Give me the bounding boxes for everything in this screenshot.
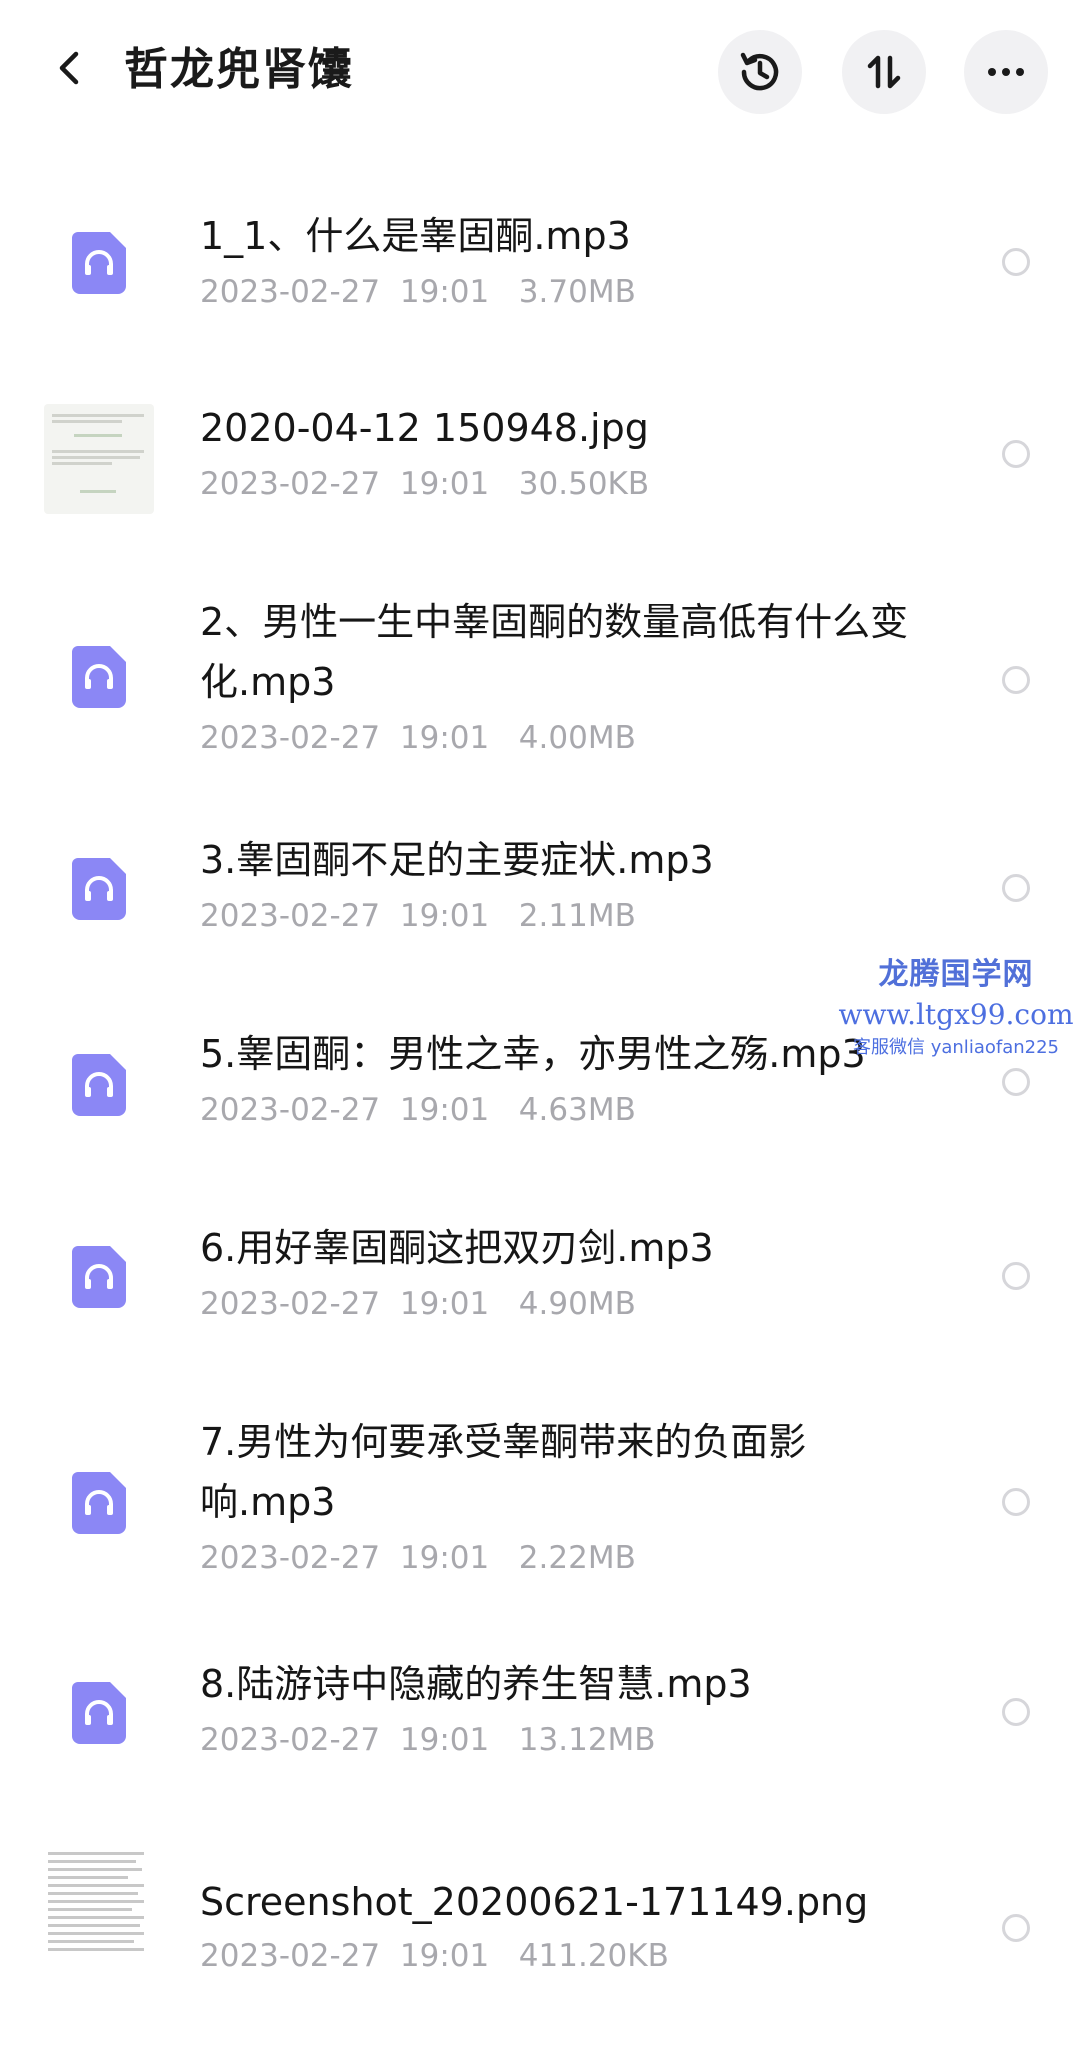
select-radio[interactable] xyxy=(1002,1698,1030,1726)
file-meta: 2023-02-27 19:01 4.90MB xyxy=(200,1286,636,1322)
more-button[interactable] xyxy=(964,30,1048,114)
audio-file-icon xyxy=(72,1054,126,1116)
file-meta: 2023-02-27 19:01 411.20KB xyxy=(200,1938,669,1974)
select-radio[interactable] xyxy=(1002,440,1030,468)
file-meta: 2023-02-27 19:01 3.70MB xyxy=(200,274,636,310)
file-meta: 2023-02-27 19:01 4.63MB xyxy=(200,1092,636,1128)
select-radio[interactable] xyxy=(1002,666,1030,694)
audio-file-icon xyxy=(72,646,126,708)
watermark-contact: 客服微信 yanliaofan225 xyxy=(853,1037,1059,1058)
file-meta: 2023-02-27 19:01 4.00MB xyxy=(200,720,636,756)
more-icon xyxy=(988,68,1024,76)
audio-file-icon xyxy=(72,858,126,920)
watermark-url: www.ltgx99.com xyxy=(838,998,1074,1031)
select-radio[interactable] xyxy=(1002,248,1030,276)
page-title: 哲龙兜肾馕 xyxy=(124,44,354,95)
select-radio[interactable] xyxy=(1002,874,1030,902)
file-name: 2020-04-12 150948.jpg xyxy=(200,406,649,450)
audio-file-icon xyxy=(72,1246,126,1308)
select-radio[interactable] xyxy=(1002,1914,1030,1942)
file-name: 8.陆游诗中隐藏的养生智慧.mp3 xyxy=(200,1662,752,1706)
audio-file-icon xyxy=(72,1682,126,1744)
file-name: 6.用好睾固酮这把双刃剑.mp3 xyxy=(200,1226,714,1270)
watermark: 龙腾国学网 www.ltgx99.com 客服微信 yanliaofan225 xyxy=(836,955,1076,1061)
audio-file-icon xyxy=(72,1472,126,1534)
file-name: 3.睾固酮不足的主要症状.mp3 xyxy=(200,838,714,882)
sort-button[interactable] xyxy=(842,30,926,114)
history-button[interactable] xyxy=(718,30,802,114)
watermark-title: 龙腾国学网 xyxy=(878,957,1034,992)
select-radio[interactable] xyxy=(1002,1262,1030,1290)
image-thumbnail xyxy=(44,404,154,514)
file-meta: 2023-02-27 19:01 2.22MB xyxy=(200,1540,636,1576)
file-meta: 2023-02-27 19:01 30.50KB xyxy=(200,466,650,502)
file-meta: 2023-02-27 19:01 2.11MB xyxy=(200,898,636,934)
file-name: Screenshot_20200621-171149.png xyxy=(200,1880,869,1924)
top-bar: 哲龙兜肾馕 xyxy=(0,0,1080,140)
file-name: 1_1、什么是睾固酮.mp3 xyxy=(200,214,631,258)
back-button[interactable] xyxy=(40,38,100,98)
history-icon xyxy=(740,52,779,91)
file-meta: 2023-02-27 19:01 13.12MB xyxy=(200,1722,656,1758)
file-name: 7.男性为何要承受睾酮带来的负面影响.mp3 xyxy=(200,1420,807,1524)
sort-icon xyxy=(867,55,901,89)
file-name: 5.睾固酮：男性之幸，亦男性之殇.mp3 xyxy=(200,1032,866,1076)
select-radio[interactable] xyxy=(1002,1068,1030,1096)
file-name: 2、男性一生中睾固酮的数量高低有什么变化.mp3 xyxy=(200,600,909,704)
image-thumbnail xyxy=(44,1848,154,1958)
chevron-left-icon xyxy=(59,51,79,85)
select-radio[interactable] xyxy=(1002,1488,1030,1516)
audio-file-icon xyxy=(72,232,126,294)
